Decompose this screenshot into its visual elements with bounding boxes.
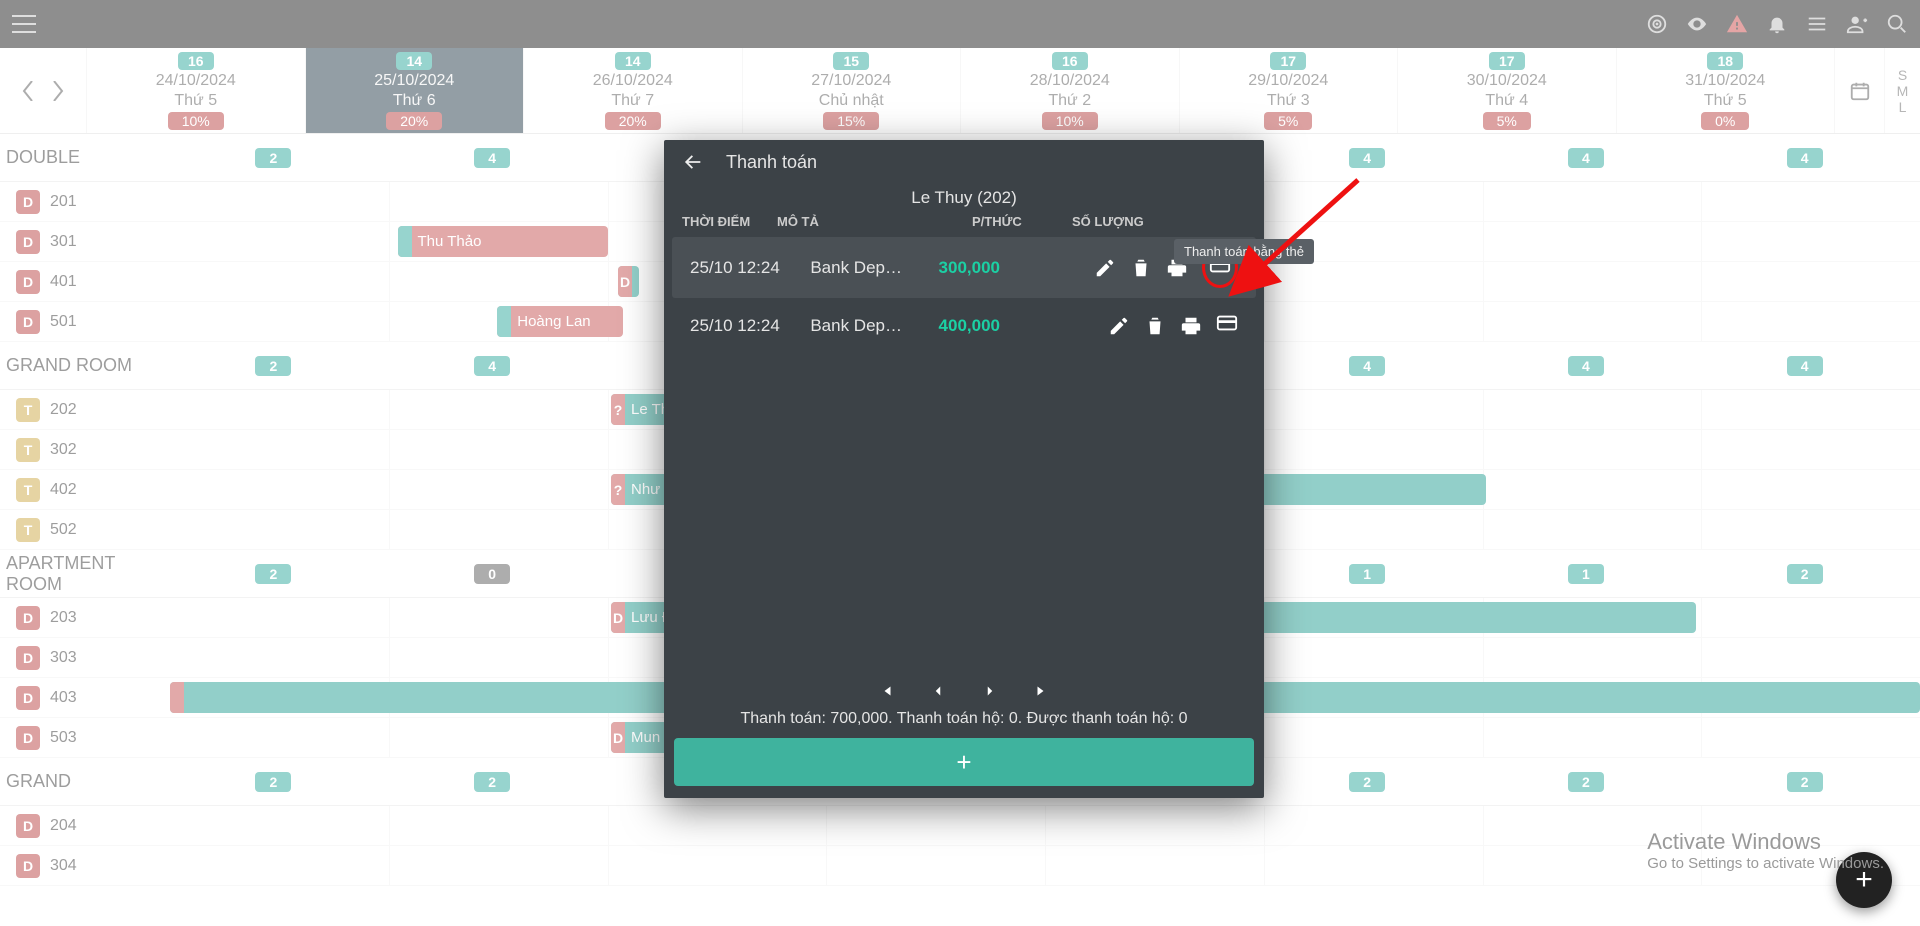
dialog-title: Thanh toán xyxy=(726,152,817,173)
os-watermark: Activate Windows Go to Settings to activ… xyxy=(1647,829,1884,872)
payment-row[interactable]: 25/10 12:24 Bank Dep… 300,000 xyxy=(672,237,1256,298)
card-payment-wrapper xyxy=(1216,312,1238,339)
add-payment-button[interactable]: + xyxy=(674,738,1254,786)
payment-amount: 400,000 xyxy=(910,316,1000,336)
page-first-icon[interactable] xyxy=(877,682,895,700)
annotation-arrow xyxy=(1238,170,1378,305)
card-icon[interactable] xyxy=(1216,312,1238,334)
payment-method: Bank Dep… xyxy=(785,258,910,278)
print-icon[interactable] xyxy=(1180,315,1202,337)
payment-method: Bank Dep… xyxy=(785,316,910,336)
pager xyxy=(664,674,1264,708)
edit-icon[interactable] xyxy=(1094,257,1116,279)
page-next-icon[interactable] xyxy=(981,682,999,700)
payment-time: 25/10 12:24 xyxy=(690,258,785,278)
delete-icon[interactable] xyxy=(1144,315,1166,337)
payment-row[interactable]: 25/10 12:24 Bank Dep… 400,000 xyxy=(672,302,1256,349)
edit-icon[interactable] xyxy=(1108,315,1130,337)
delete-icon[interactable] xyxy=(1130,257,1152,279)
payment-amount: 300,000 xyxy=(910,258,1000,278)
back-icon[interactable] xyxy=(682,151,704,173)
dialog-subject: Le Thuy (202) xyxy=(664,184,1264,210)
payment-time: 25/10 12:24 xyxy=(690,316,785,336)
page-last-icon[interactable] xyxy=(1033,682,1051,700)
payment-summary: Thanh toán: 700,000. Thanh toán hộ: 0. Đ… xyxy=(664,708,1264,738)
dialog-columns: THỜI ĐIỂM MÔ TẢ P/THỨC SỐ LƯỢNG xyxy=(664,210,1264,233)
page-prev-icon[interactable] xyxy=(929,682,947,700)
payment-dialog: Thanh toán Le Thuy (202) THỜI ĐIỂM MÔ TẢ… xyxy=(664,140,1264,798)
